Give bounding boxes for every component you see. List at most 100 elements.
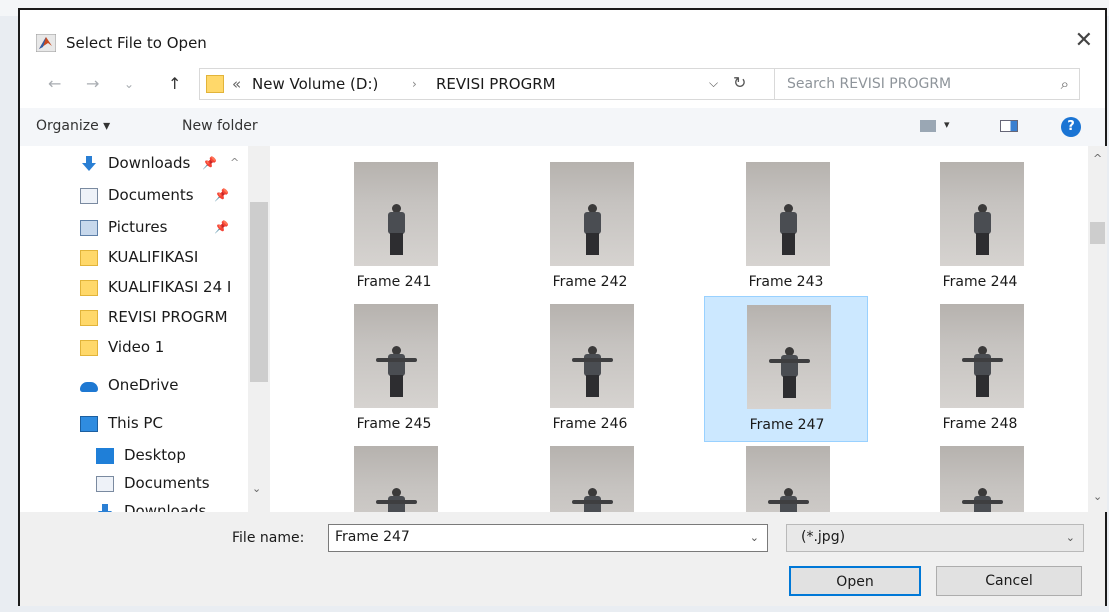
organize-button[interactable]: Organize ▾: [36, 118, 110, 134]
pin-icon[interactable]: 📌: [214, 220, 229, 234]
thumbnail-figure: [769, 359, 810, 363]
file-tile[interactable]: Frame 242: [508, 154, 672, 300]
folder-icon: [80, 340, 98, 356]
file-name-field[interactable]: Frame 247 ⌄: [328, 524, 768, 552]
thumbnail-figure: [572, 500, 613, 504]
file-tile[interactable]: [312, 438, 476, 512]
address-bar[interactable]: « New Volume (D:) › REVISI PROGRM ⌵ ↻: [199, 68, 780, 100]
file-tile[interactable]: [704, 438, 868, 512]
image-thumbnail: [550, 304, 634, 408]
thumbnail-figure: [768, 500, 809, 504]
image-thumbnail: [354, 162, 438, 266]
preview-pane-icon[interactable]: [1000, 120, 1018, 132]
sidebar-item-label: Desktop: [124, 446, 186, 464]
sidebar-item-label: Downloads: [124, 502, 207, 512]
chevron-down-icon[interactable]: ⌄: [750, 531, 759, 544]
scrollbar-thumb[interactable]: [250, 202, 268, 382]
folder-icon: [80, 280, 98, 296]
download-icon: [82, 156, 96, 171]
image-thumbnail: [746, 446, 830, 512]
desktop-icon: [96, 448, 114, 464]
dialog-footer: File name: Frame 247 ⌄ (*.jpg) ⌄ Open Ca…: [20, 512, 1105, 606]
thumbnail-figure: [586, 375, 599, 397]
thumbnail-figure: [974, 212, 991, 234]
file-scrollbar[interactable]: ^ ⌄: [1088, 146, 1107, 512]
document-icon: [96, 476, 114, 492]
file-type-filter[interactable]: (*.jpg) ⌄: [786, 524, 1084, 552]
file-tile[interactable]: Frame 246: [508, 296, 672, 442]
file-tile[interactable]: [898, 438, 1062, 512]
chevron-down-icon[interactable]: ⌄: [252, 482, 261, 495]
title-bar: Select File to Open ✕: [20, 10, 1105, 66]
thumbnail-figure: [962, 500, 1003, 504]
matlab-app-icon: [36, 34, 56, 52]
image-thumbnail: [550, 446, 634, 512]
new-folder-button[interactable]: New folder: [182, 118, 258, 134]
download-icon: [98, 504, 112, 512]
change-view-icon[interactable]: [920, 120, 936, 132]
thumbnail-figure: [390, 375, 403, 397]
file-name-value[interactable]: Frame 247: [335, 529, 410, 545]
document-icon: [80, 188, 98, 204]
help-icon[interactable]: ?: [1061, 117, 1081, 137]
sidebar-item-label: OneDrive: [108, 376, 179, 394]
chevron-down-icon[interactable]: ⌄: [1093, 490, 1102, 503]
image-thumbnail: [940, 446, 1024, 512]
file-tile[interactable]: Frame 243: [704, 154, 868, 300]
chevron-down-icon[interactable]: ⌄: [1066, 531, 1075, 544]
file-tile[interactable]: Frame 244: [898, 154, 1062, 300]
image-thumbnail: [747, 305, 831, 409]
chevron-right-icon: ›: [412, 77, 417, 91]
recent-locations-dropdown-icon[interactable]: ⌄: [124, 77, 134, 91]
sidebar-item-label: Pictures: [108, 218, 168, 236]
file-grid: Frame 241 Frame 242 Frame 243 Frame 244 Fram…: [272, 146, 1088, 512]
chevron-up-icon: ^: [230, 156, 240, 169]
thumbnail-figure: [584, 496, 601, 512]
back-arrow-icon[interactable]: ←: [48, 74, 61, 93]
address-dropdown-icon[interactable]: ⌵: [709, 76, 718, 91]
search-input[interactable]: Search REVISI PROGRM: [787, 76, 951, 92]
thumbnail-figure: [962, 358, 1003, 362]
file-tile[interactable]: Frame 247: [704, 296, 868, 442]
file-tile[interactable]: [508, 438, 672, 512]
thumbnail-figure: [782, 233, 795, 255]
close-icon[interactable]: ✕: [1075, 28, 1093, 53]
sidebar-item-label: This PC: [108, 414, 163, 432]
up-arrow-icon[interactable]: ↑: [168, 74, 181, 93]
pin-icon[interactable]: 📌: [202, 156, 217, 170]
navigation-pane: Downloads 📌 ^ Documents 📌 Pictures 📌 KUA…: [20, 146, 272, 512]
breadcrumb-folder[interactable]: REVISI PROGRM: [436, 75, 556, 93]
file-name-label: Frame 243: [748, 274, 824, 290]
thumbnail-figure: [586, 233, 599, 255]
thumbnail-figure: [388, 496, 405, 512]
onedrive-icon: [80, 382, 98, 392]
open-button[interactable]: Open: [789, 566, 921, 596]
file-tile[interactable]: Frame 248: [898, 296, 1062, 442]
sidebar-item-label: Video 1: [108, 338, 165, 356]
thumbnail-figure: [376, 500, 417, 504]
file-tile[interactable]: Frame 241: [312, 154, 476, 300]
toolbar: Organize ▾ New folder ▾ ?: [20, 108, 1105, 147]
search-box[interactable]: Search REVISI PROGRM ⌕: [774, 68, 1080, 100]
thumbnail-figure: [780, 496, 797, 512]
file-tile[interactable]: Frame 245: [312, 296, 476, 442]
image-thumbnail: [940, 304, 1024, 408]
sidebar-item-label: Documents: [124, 474, 210, 492]
refresh-icon[interactable]: ↻: [733, 73, 746, 92]
image-thumbnail: [940, 162, 1024, 266]
navigation-scrollbar[interactable]: ⌄: [248, 146, 270, 512]
thumbnail-figure: [584, 212, 601, 234]
pc-icon: [80, 416, 98, 432]
pin-icon[interactable]: 📌: [214, 188, 229, 202]
breadcrumb-drive[interactable]: New Volume (D:): [252, 75, 378, 93]
breadcrumb-overflow[interactable]: «: [232, 75, 241, 93]
chevron-up-icon[interactable]: ^: [1093, 152, 1102, 165]
folder-icon: [80, 310, 98, 326]
address-row: ← → ⌄ ↑ « New Volume (D:) › REVISI PROGR…: [20, 66, 1105, 112]
forward-arrow-icon[interactable]: →: [86, 74, 99, 93]
view-options-dropdown-icon[interactable]: ▾: [944, 118, 950, 131]
cancel-button[interactable]: Cancel: [936, 566, 1082, 596]
image-thumbnail: [354, 304, 438, 408]
scrollbar-thumb[interactable]: [1090, 222, 1105, 244]
thumbnail-figure: [974, 496, 991, 512]
